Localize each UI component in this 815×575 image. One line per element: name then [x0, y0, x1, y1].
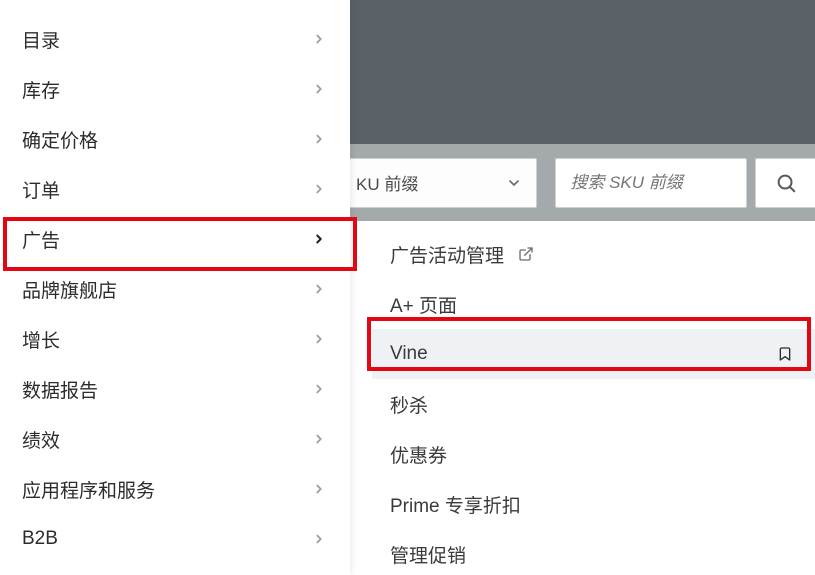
search-type-dropdown[interactable]: KU 前缀: [350, 158, 537, 208]
search-bar: KU 前缀: [350, 144, 815, 221]
search-icon: [775, 172, 797, 194]
sidebar-item-label: 广告: [22, 226, 60, 253]
bookmark-icon[interactable]: [777, 346, 793, 362]
sidebar-item-label: 品牌旗舰店: [22, 276, 117, 303]
submenu-item-deals[interactable]: 秒杀: [372, 379, 815, 429]
submenu-item-label: Prime 专享折扣: [390, 491, 521, 518]
chevron-right-icon: [312, 482, 326, 496]
chevron-right-icon: [312, 182, 326, 196]
submenu-item-aplus[interactable]: A+ 页面: [372, 279, 815, 329]
search-input[interactable]: [570, 173, 732, 193]
sidebar-item-advertising[interactable]: 广告: [0, 214, 350, 264]
sidebar-nav: 目录 库存 确定价格 订单 广告 品牌旗舰店 增长 数据报告: [0, 0, 350, 575]
chevron-right-icon: [312, 332, 326, 346]
sidebar-item-label: 确定价格: [22, 126, 98, 153]
chevron-right-icon: [312, 282, 326, 296]
sidebar-item-inventory[interactable]: 库存: [0, 64, 350, 114]
sidebar-item-reports[interactable]: 数据报告: [0, 364, 350, 414]
sidebar-item-b2b[interactable]: B2B: [0, 514, 350, 564]
submenu-item-label: 秒杀: [390, 391, 428, 418]
submenu-item-label: 优惠券: [390, 441, 447, 468]
submenu-item-label: A+ 页面: [390, 291, 457, 318]
submenu-item-label: Vine: [390, 343, 428, 365]
external-link-icon: [518, 246, 534, 262]
submenu-item-label: 广告活动管理: [390, 241, 504, 268]
sidebar-item-apps[interactable]: 应用程序和服务: [0, 464, 350, 514]
sidebar-item-label: 增长: [22, 326, 60, 353]
sidebar-item-stores[interactable]: 品牌旗舰店: [0, 264, 350, 314]
submenu-item-vine[interactable]: Vine: [372, 329, 815, 379]
chevron-right-icon: [312, 532, 326, 546]
chevron-right-icon: [312, 132, 326, 146]
submenu-item-prime-discount[interactable]: Prime 专享折扣: [372, 479, 815, 529]
chevron-right-icon: [312, 432, 326, 446]
sidebar-item-pricing[interactable]: 确定价格: [0, 114, 350, 164]
sidebar-item-performance[interactable]: 绩效: [0, 414, 350, 464]
submenu-item-coupons[interactable]: 优惠券: [372, 429, 815, 479]
sidebar-item-label: 绩效: [22, 426, 60, 453]
sidebar-item-growth[interactable]: 增长: [0, 314, 350, 364]
chevron-down-icon: [506, 175, 522, 191]
chevron-right-icon: [312, 382, 326, 396]
sidebar-item-orders[interactable]: 订单: [0, 164, 350, 214]
sidebar-item-label: 订单: [22, 176, 60, 203]
sidebar-item-label: 目录: [22, 26, 60, 53]
sidebar-item-label: B2B: [22, 528, 58, 550]
sidebar-item-label: 数据报告: [22, 376, 98, 403]
search-input-wrapper[interactable]: [555, 158, 747, 208]
submenu-item-campaign-manager[interactable]: 广告活动管理: [372, 229, 815, 279]
sidebar-item-catalog[interactable]: 目录: [0, 14, 350, 64]
chevron-right-icon: [312, 232, 326, 246]
submenu-item-label: 管理促销: [390, 541, 466, 568]
chevron-right-icon: [312, 82, 326, 96]
chevron-right-icon: [312, 32, 326, 46]
search-button[interactable]: [755, 158, 815, 208]
search-type-label: KU 前缀: [356, 170, 418, 195]
submenu-item-manage-promotions[interactable]: 管理促销: [372, 529, 815, 575]
sidebar-item-label: 应用程序和服务: [22, 476, 155, 503]
submenu-advertising: 广告活动管理 A+ 页面 Vine 秒杀 优惠券 Prime 专享折扣 管理促销: [372, 221, 815, 575]
sidebar-item-label: 库存: [22, 76, 60, 103]
